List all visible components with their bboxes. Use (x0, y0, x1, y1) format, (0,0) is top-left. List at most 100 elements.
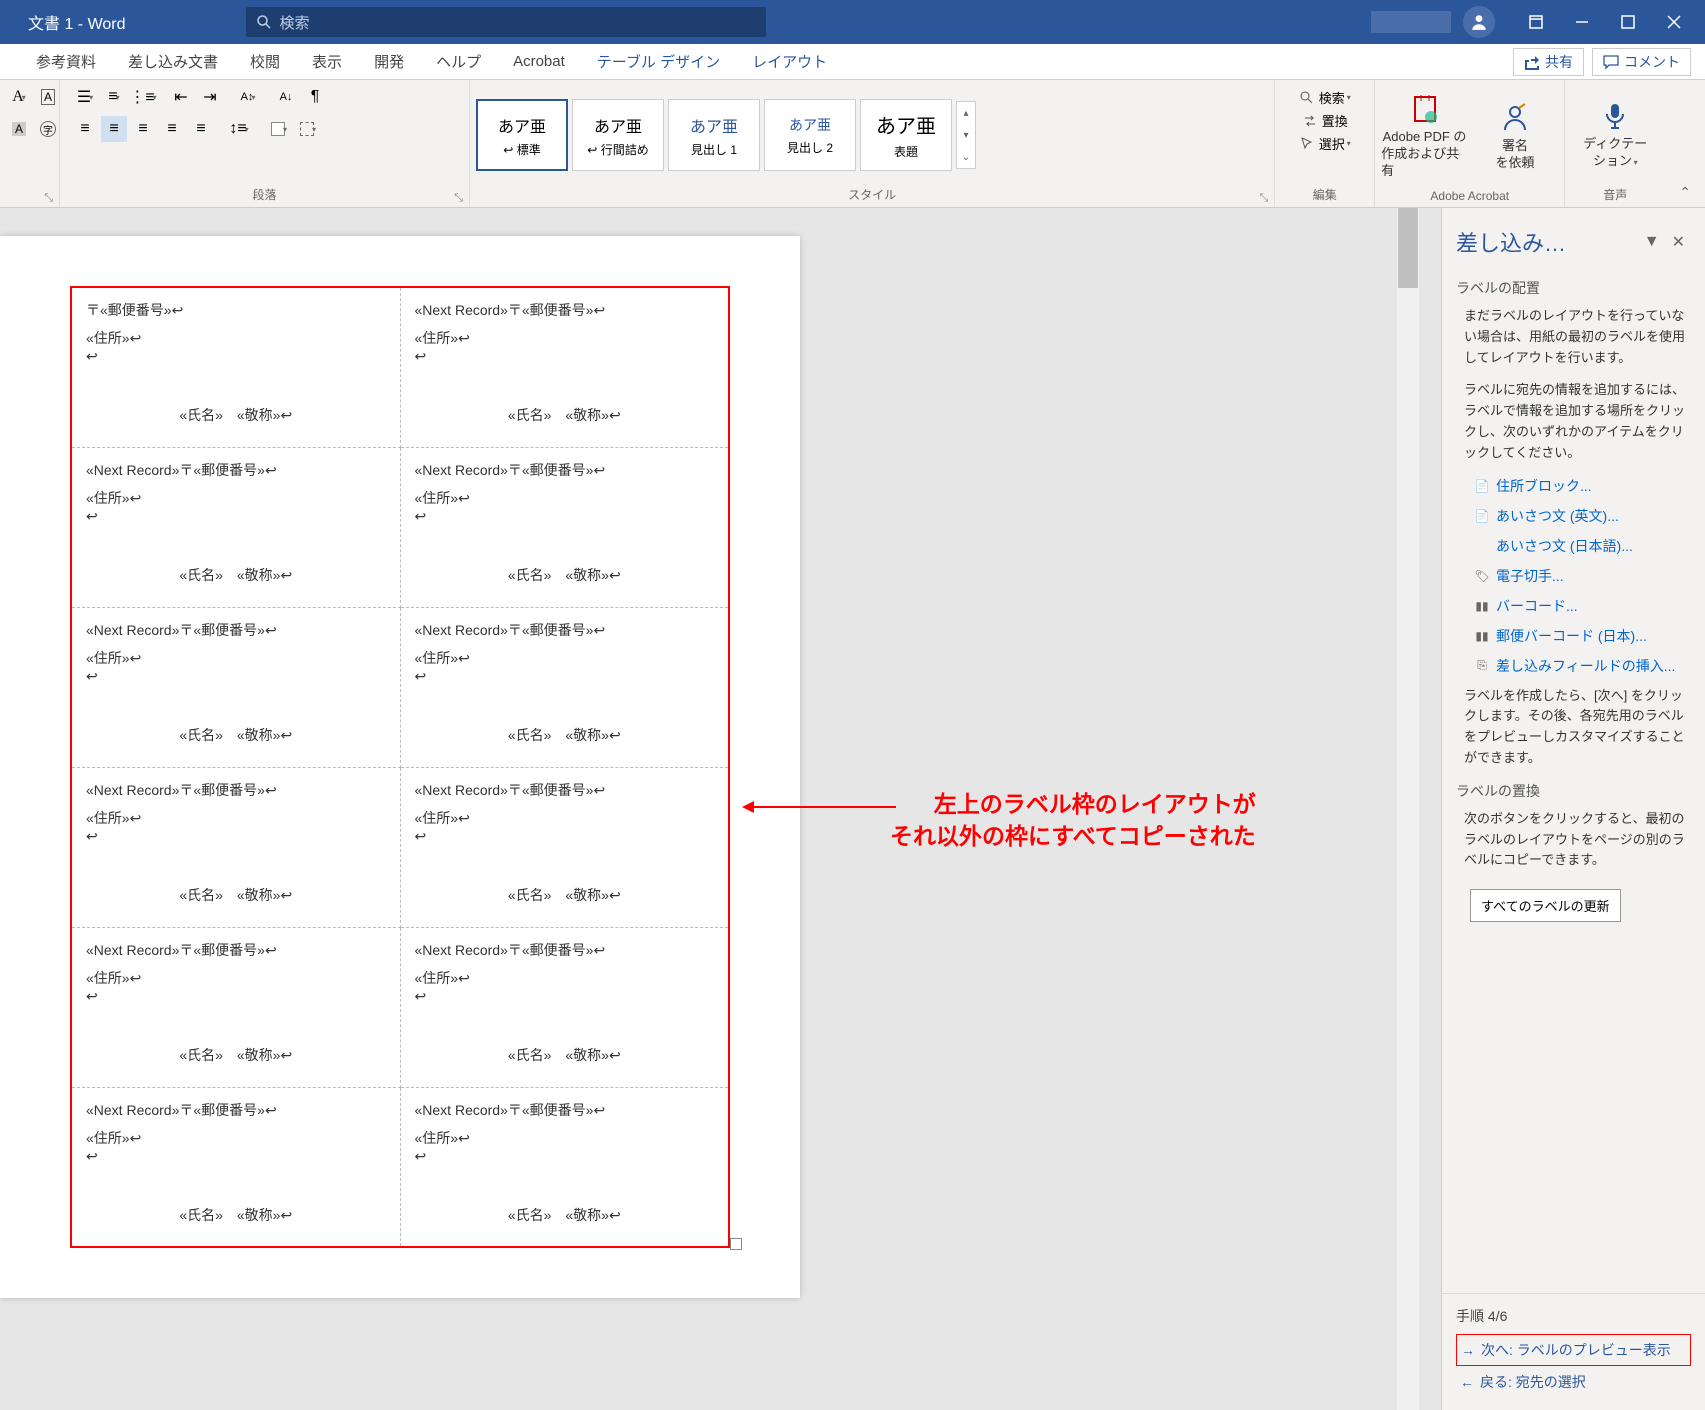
arrow-left-icon: ← (1460, 1374, 1474, 1390)
increase-indent-button[interactable]: ⇥ (197, 84, 223, 110)
label-cell[interactable]: «Next Record»〒«郵便番号»↩«住所»↩↩«氏名» «敬称»↩ (400, 607, 729, 767)
phonetic-guide-button[interactable]: A↕▾ (235, 84, 261, 110)
update-all-labels-button[interactable]: すべてのラベルの更新 (1470, 889, 1621, 922)
style-heading2[interactable]: あア亜見出し 2 (764, 99, 856, 171)
cursor-icon (1299, 136, 1315, 152)
style-heading1[interactable]: あア亜見出し 1 (668, 99, 760, 171)
help-text-1: まだラベルのレイアウトを行っていない場合は、用紙の最初のラベルを使用してレイアウ… (1456, 306, 1691, 368)
label-cell[interactable]: «Next Record»〒«郵便番号»↩«住所»↩↩«氏名» «敬称»↩ (400, 767, 729, 927)
label-cell[interactable]: «Next Record»〒«郵便番号»↩«住所»↩↩«氏名» «敬称»↩ (400, 447, 729, 607)
char-border-button[interactable]: A (35, 84, 61, 110)
minimize-button[interactable] (1559, 0, 1605, 44)
annotation-text: 左上のラベル枠のレイアウトがそれ以外の枠にすべてコピーされた (890, 788, 1256, 852)
dictation-button[interactable]: ディクテーション ▾ (1571, 100, 1659, 170)
label-cell[interactable]: «Next Record»〒«郵便番号»↩«住所»↩↩«氏名» «敬称»↩ (71, 767, 400, 927)
decrease-indent-button[interactable]: ⇤ (168, 84, 194, 110)
section-arrange-labels: ラベルの配置 (1456, 278, 1691, 298)
styles-gallery-more[interactable]: ▴▾⌄ (956, 101, 976, 169)
group-adobe: Adobe PDF の作成および共有 署名を依頼 Adobe Acrobat (1375, 80, 1565, 207)
link-estamp[interactable]: 🏷電子切手... (1474, 566, 1691, 586)
user-name-box[interactable] (1371, 11, 1451, 33)
user-avatar[interactable] (1463, 6, 1495, 38)
styles-dialog-launcher[interactable]: ⤡ (1259, 192, 1268, 205)
link-greeting-jp[interactable]: あいさつ文 (日本語)... (1474, 536, 1691, 556)
vertical-scrollbar[interactable] (1397, 208, 1419, 1410)
change-case-button[interactable]: A▾ (6, 84, 32, 110)
link-insert-field[interactable]: ⎘差し込みフィールドの挿入... (1474, 656, 1691, 676)
document-page[interactable]: 〒«郵便番号»↩«住所»↩↩«氏名» «敬称»↩«Next Record»〒«郵… (0, 236, 800, 1298)
numbering-button[interactable]: ≡▾ (101, 84, 127, 110)
justify-button[interactable]: ≡ (159, 116, 185, 142)
label-cell[interactable]: «Next Record»〒«郵便番号»↩«住所»↩↩«氏名» «敬称»↩ (400, 287, 729, 447)
tab-mailings[interactable]: 差し込み文書 (112, 44, 234, 80)
create-pdf-button[interactable]: Adobe PDF の作成および共有 (1381, 93, 1468, 180)
prev-step-link[interactable]: ←戻る: 宛先の選択 (1456, 1366, 1691, 1398)
align-center-button[interactable]: ≡ (101, 116, 127, 142)
paragraph-dialog-launcher[interactable]: ⤡ (454, 192, 463, 205)
taskpane-close-button[interactable]: ✕ (1666, 232, 1691, 252)
tab-table-design[interactable]: テーブル デザイン (581, 44, 736, 80)
align-right-button[interactable]: ≡ (130, 116, 156, 142)
link-greeting-en[interactable]: 📄あいさつ文 (英文)... (1474, 506, 1691, 526)
distribute-button[interactable]: ≡ (188, 116, 214, 142)
link-barcode[interactable]: ▮▮バーコード... (1474, 596, 1691, 616)
blank-icon (1474, 538, 1490, 554)
borders-button[interactable]: ▾ (295, 116, 321, 142)
label-cell[interactable]: «Next Record»〒«郵便番号»↩«住所»↩↩«氏名» «敬称»↩ (71, 607, 400, 767)
next-step-link[interactable]: →次へ: ラベルのプレビュー表示 (1456, 1334, 1691, 1366)
label-cell[interactable]: «Next Record»〒«郵便番号»↩«住所»↩↩«氏名» «敬称»↩ (71, 1087, 400, 1247)
barcode-icon: ▮▮ (1474, 628, 1490, 644)
shading-button[interactable]: ▾ (266, 116, 292, 142)
tab-references[interactable]: 参考資料 (20, 44, 112, 80)
tab-view[interactable]: 表示 (296, 44, 358, 80)
request-signature-button[interactable]: 署名を依頼 (1472, 102, 1559, 172)
style-no-spacing[interactable]: あア亜↩ 行間詰め (572, 99, 664, 171)
collapse-ribbon-button[interactable]: ⌃ (1665, 178, 1705, 207)
line-spacing-button[interactable]: ↕≡▾ (226, 116, 252, 142)
taskpane-options-button[interactable]: ▼ (1638, 233, 1666, 251)
char-shading-button[interactable]: A (6, 116, 32, 142)
taskpane-title: 差し込み… (1456, 226, 1638, 258)
tab-layout[interactable]: レイアウト (736, 44, 843, 80)
pdf-icon (1409, 93, 1441, 125)
link-jp-barcode[interactable]: ▮▮郵便バーコード (日本)... (1474, 626, 1691, 646)
annotation-arrow (746, 806, 896, 808)
group-voice: ディクテーション ▾ 音声 (1565, 80, 1665, 207)
tab-review[interactable]: 校閲 (234, 44, 296, 80)
show-marks-button[interactable]: ¶ (302, 84, 328, 110)
tab-developer[interactable]: 開発 (358, 44, 420, 80)
group-styles: あア亜↩ 標準 あア亜↩ 行間詰め あア亜見出し 1 あア亜見出し 2 あア亜表… (470, 80, 1275, 207)
search-icon (256, 14, 272, 30)
label-cell[interactable]: «Next Record»〒«郵便番号»↩«住所»↩↩«氏名» «敬称»↩ (71, 927, 400, 1087)
style-normal[interactable]: あア亜↩ 標準 (476, 99, 568, 171)
search-box[interactable]: 検索 (246, 7, 766, 37)
link-address-block[interactable]: 📄住所ブロック... (1474, 476, 1691, 496)
align-left-button[interactable]: ≡ (72, 116, 98, 142)
mail-merge-taskpane: 差し込み… ▼ ✕ ラベルの配置 まだラベルのレイアウトを行っていない場合は、用… (1441, 208, 1705, 1410)
group-paragraph: ☰▾ ≡▾ ⋮≡▾ ⇤ ⇥ A↕▾ A↓ ¶ ≡ ≡ ≡ ≡ ≡ ↕≡▾ (60, 80, 470, 207)
labels-table[interactable]: 〒«郵便番号»↩«住所»↩↩«氏名» «敬称»↩«Next Record»〒«郵… (70, 286, 730, 1248)
style-title[interactable]: あア亜表題 (860, 99, 952, 171)
table-resize-handle[interactable] (730, 1238, 742, 1250)
scrollbar-thumb[interactable] (1398, 208, 1418, 288)
tab-help[interactable]: ヘルプ (420, 44, 497, 80)
label-cell[interactable]: 〒«郵便番号»↩«住所»↩↩«氏名» «敬称»↩ (71, 287, 400, 447)
find-button[interactable]: 検索 ▾ (1299, 88, 1351, 107)
group-font-partial: A▾ A A 字 ⤡ (0, 80, 60, 207)
comment-button[interactable]: コメント (1592, 48, 1691, 76)
label-cell[interactable]: «Next Record»〒«郵便番号»↩«住所»↩↩«氏名» «敬称»↩ (400, 1087, 729, 1247)
font-dialog-launcher[interactable]: ⤡ (44, 192, 53, 205)
maximize-button[interactable] (1605, 0, 1651, 44)
replace-button[interactable]: 置換 (1302, 111, 1348, 130)
label-cell[interactable]: «Next Record»〒«郵便番号»↩«住所»↩↩«氏名» «敬称»↩ (71, 447, 400, 607)
select-button[interactable]: 選択 ▾ (1299, 134, 1351, 153)
close-button[interactable] (1651, 0, 1697, 44)
sort-button[interactable]: A↓ (273, 84, 299, 110)
ribbon-display-button[interactable] (1513, 0, 1559, 44)
enclose-char-button[interactable]: 字 (35, 116, 61, 142)
tab-acrobat[interactable]: Acrobat (497, 44, 581, 80)
bullets-button[interactable]: ☰▾ (72, 84, 98, 110)
multilevel-button[interactable]: ⋮≡▾ (130, 84, 156, 110)
share-button[interactable]: 共有 (1513, 48, 1584, 76)
label-cell[interactable]: «Next Record»〒«郵便番号»↩«住所»↩↩«氏名» «敬称»↩ (400, 927, 729, 1087)
